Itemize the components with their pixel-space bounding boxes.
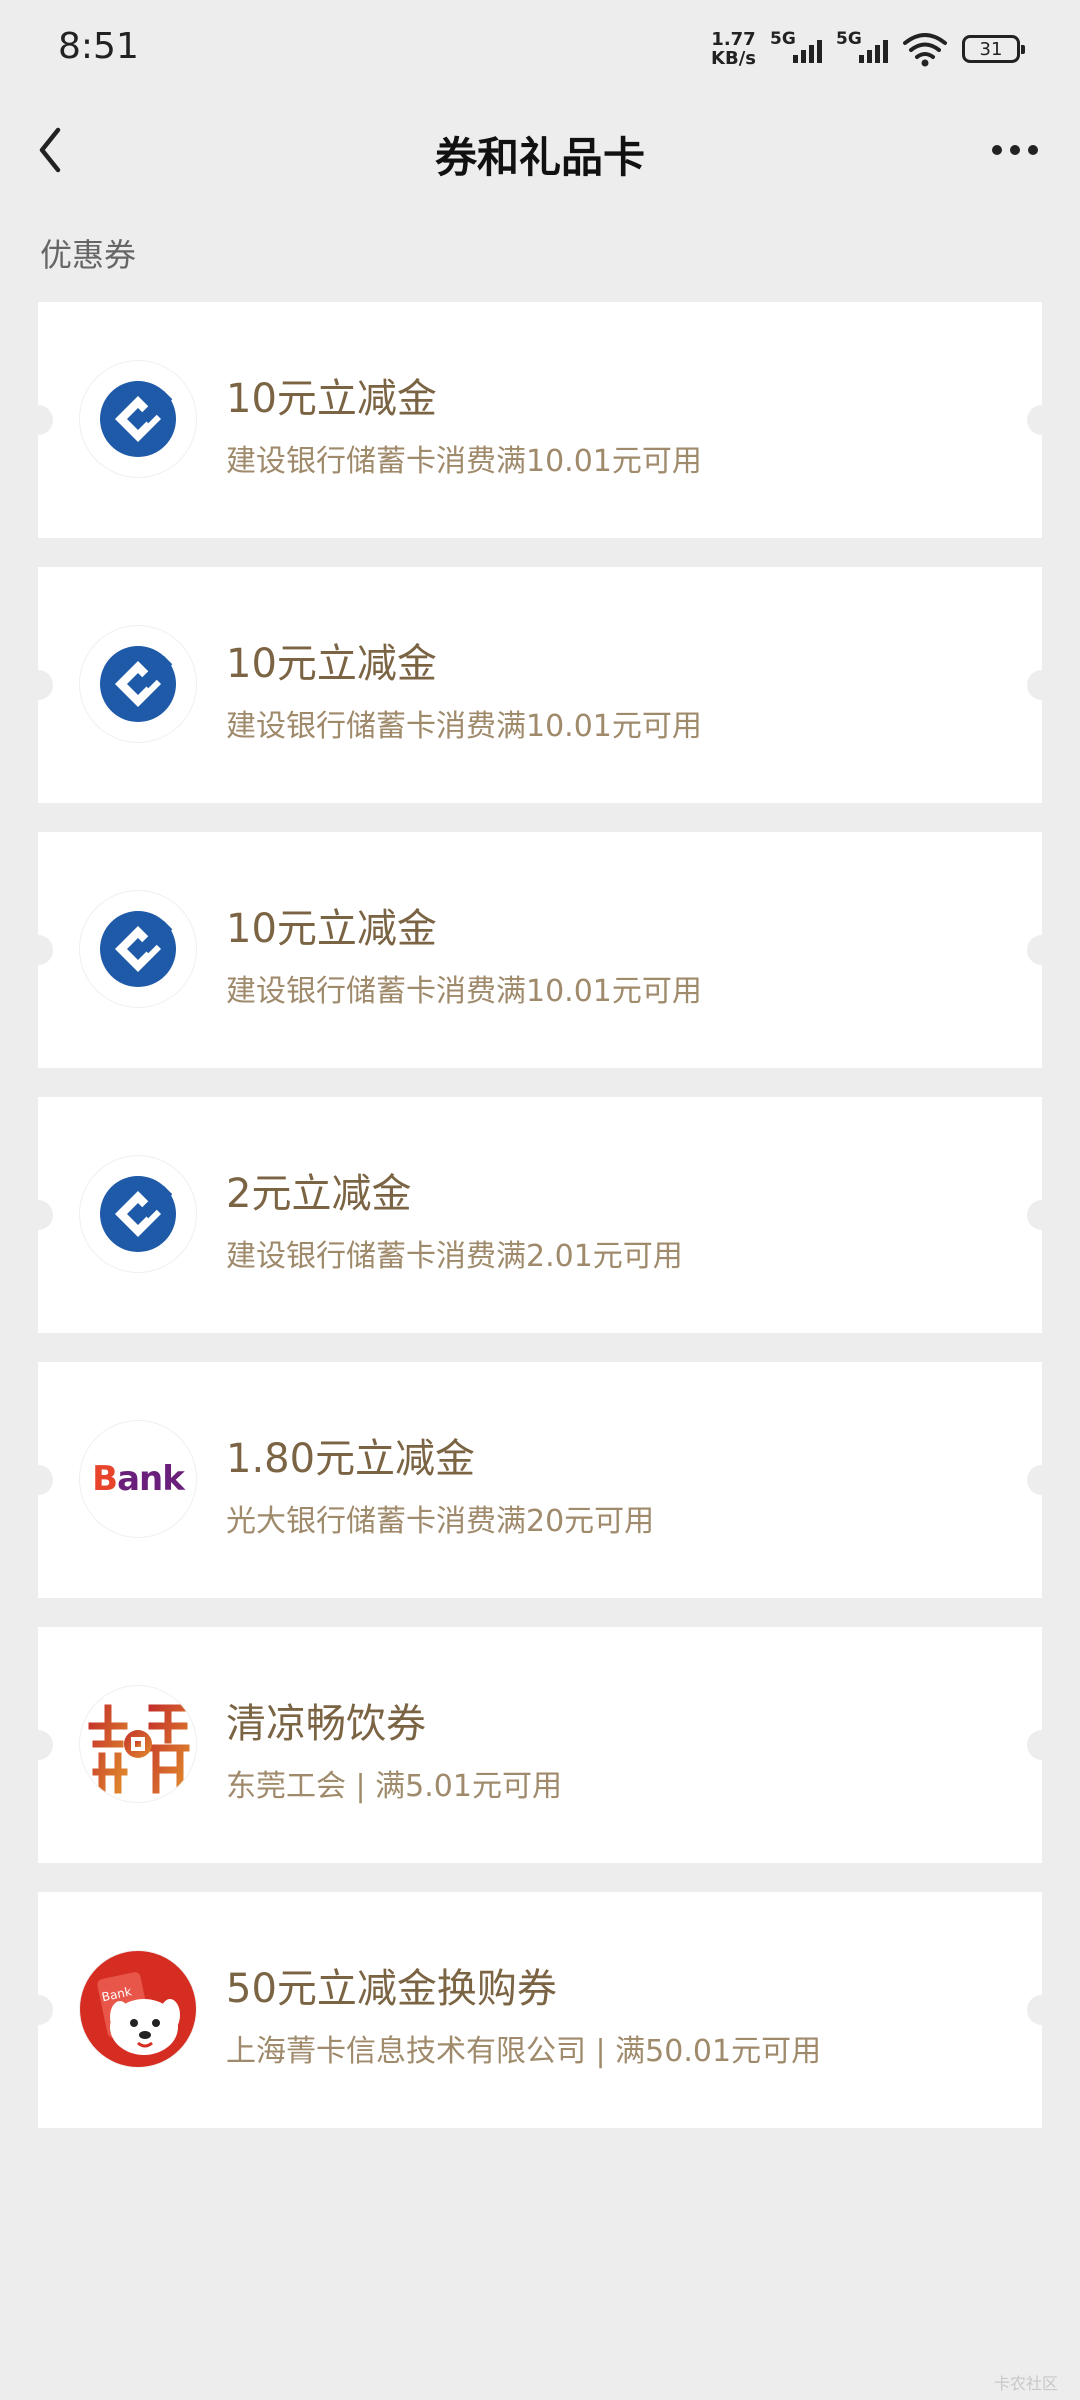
coupon-card[interactable]: 10元立减金 建设银行储蓄卡消费满10.01元可用 [23,302,1057,538]
coupon-title: 50元立减金换购券 [226,1966,557,2012]
more-dots-icon [992,145,1002,155]
coupon-description: 光大银行储蓄卡消费满20元可用 [226,1504,655,1539]
signal-1-label: 5G [770,29,796,49]
coupon-card[interactable]: Bank 1.80元立减金 光大银行储蓄卡消费满20元可用 [23,1362,1057,1598]
page-title: 券和礼品卡 [434,133,645,182]
jd-dog-bank-logo-icon: Bank [80,1951,196,2067]
nav-bar: 券和礼品卡 [0,100,1080,200]
signal-icon: 5G [770,29,822,67]
battery-level: 31 [979,38,1003,60]
bank-logo-letter: B [92,1459,118,1499]
section-title: 优惠券 [40,236,137,274]
coupon-description: 建设银行储蓄卡消费满10.01元可用 [226,974,702,1009]
coupon-card[interactable]: 清凉畅饮券 东莞工会 | 满5.01元可用 [23,1627,1057,1863]
coupon-description: 建设银行储蓄卡消费满10.01元可用 [226,444,702,479]
network-speed-value: 1.77 [711,29,756,50]
coupon-title: 10元立减金 [226,376,437,422]
coupon-card[interactable]: 10元立减金 建设银行储蓄卡消费满10.01元可用 [23,567,1057,803]
coupon-card[interactable]: 10元立减金 建设银行储蓄卡消费满10.01元可用 [23,832,1057,1068]
battery-icon: 31 [962,35,1025,63]
ceb-bank-logo-icon: Bank [80,1421,196,1537]
more-dot [1028,145,1038,155]
coupon-title: 1.80元立减金 [226,1436,476,1482]
coupon-title: 清凉畅饮券 [226,1701,426,1747]
ccb-logo-icon [80,361,196,477]
coupon-description: 建设银行储蓄卡消费满2.01元可用 [226,1239,683,1274]
status-bar: 8:51 1.77 KB/s 5G 5G 31 [0,0,1080,100]
coupon-title: 10元立减金 [226,906,437,952]
coupon-card[interactable]: Bank 50元立减金换购券 上海菁卡信息技术有限公司 | 满50.01元可用 [23,1892,1057,2128]
coupon-title: 10元立减金 [226,641,437,687]
coupon-card[interactable]: 2元立减金 建设银行储蓄卡消费满2.01元可用 [23,1097,1057,1333]
coupon-description: 建设银行储蓄卡消费满10.01元可用 [226,709,702,744]
union-seal-logo-icon [80,1686,196,1802]
bank-logo-rest: ank [117,1459,185,1499]
more-button[interactable] [980,122,1050,178]
coupon-list: 10元立减金 建设银行储蓄卡消费满10.01元可用 10元立减金 建设银行储蓄卡… [23,302,1057,2157]
network-speed-unit: KB/s [711,48,756,69]
status-time: 8:51 [58,26,139,67]
ccb-logo-icon [80,626,196,742]
ccb-logo-icon [80,1156,196,1272]
coupon-description: 上海菁卡信息技术有限公司 | 满50.01元可用 [226,2034,822,2069]
status-icons: 1.77 KB/s 5G 5G 31 [711,26,1025,72]
signal-icon: 5G [836,29,888,67]
watermark: 卡农社区 [993,2374,1058,2393]
coupon-title: 2元立减金 [226,1171,412,1217]
network-speed: 1.77 KB/s [711,30,756,68]
more-dot [1010,145,1020,155]
signal-2-label: 5G [836,29,862,49]
coupon-description: 东莞工会 | 满5.01元可用 [226,1769,562,1804]
ccb-logo-icon [80,891,196,1007]
bank-logo-word: Bank [92,1459,185,1499]
wifi-icon [903,33,947,67]
